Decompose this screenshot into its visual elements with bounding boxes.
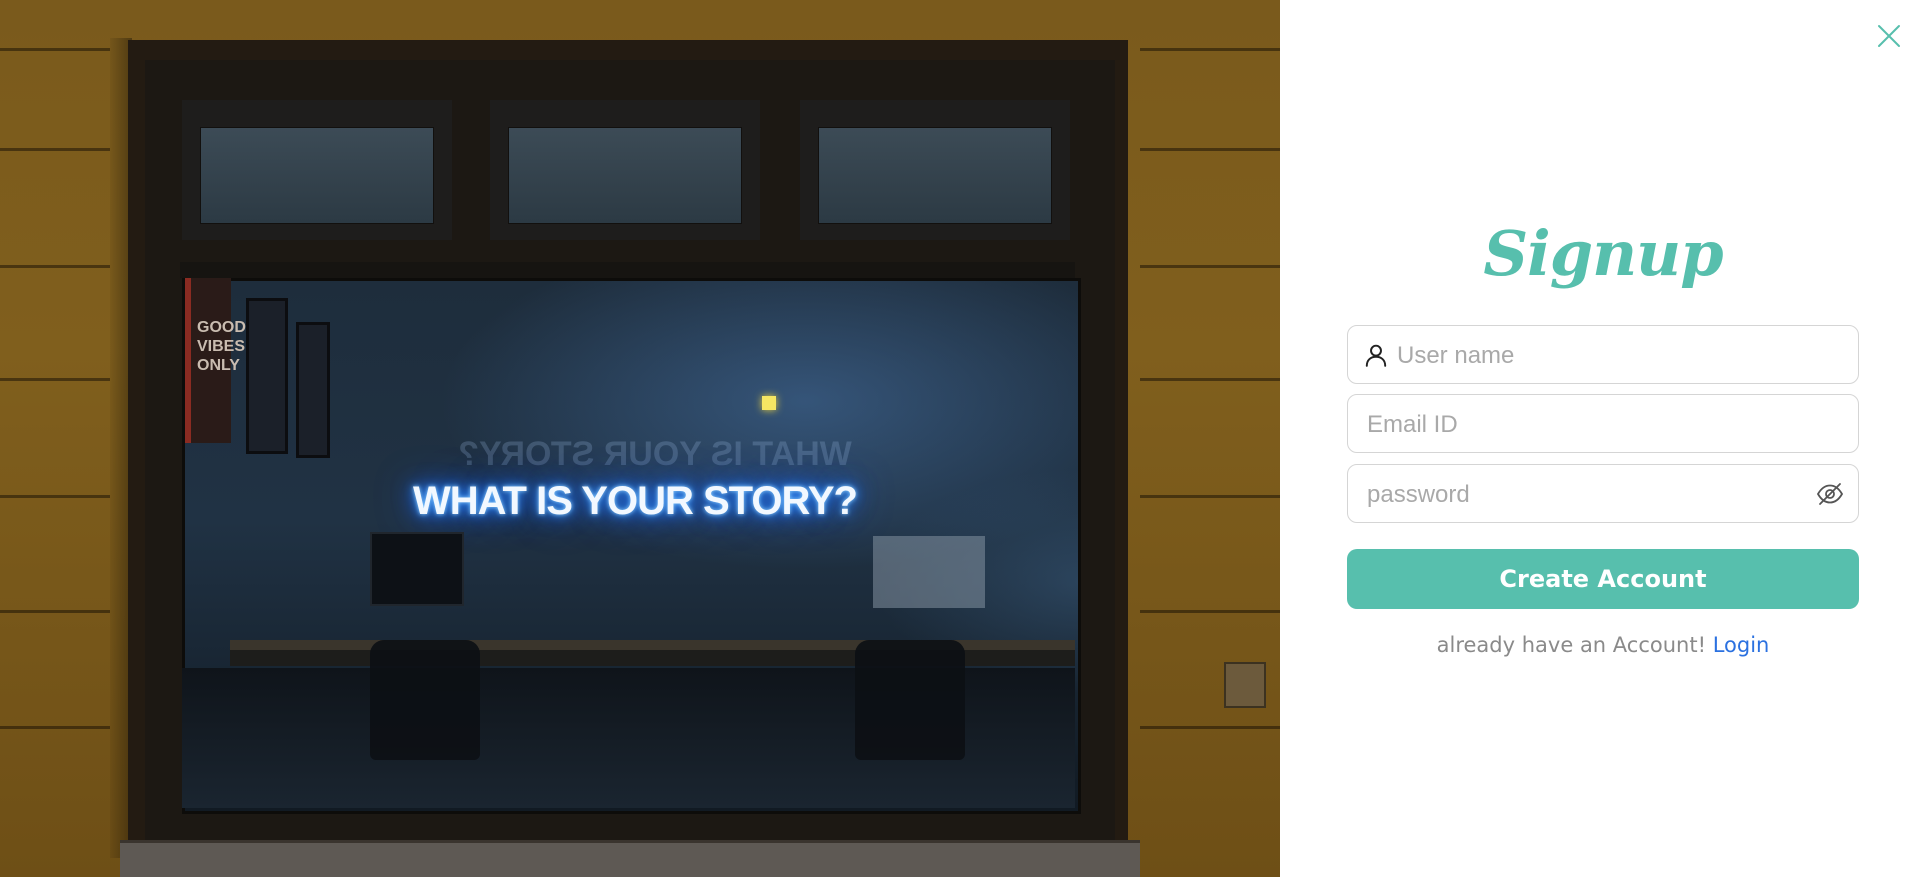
transom-window <box>490 100 760 240</box>
wall-course <box>1140 726 1280 729</box>
poster-text: GOOD VIBES ONLY <box>197 319 246 374</box>
email-field <box>1347 394 1859 454</box>
password-input[interactable] <box>1365 465 1809 524</box>
neon-sign: WHAT IS YOUR STORY? <box>413 479 858 523</box>
wall-course <box>0 378 110 381</box>
wall-course <box>0 610 110 613</box>
wall-picture <box>296 322 330 458</box>
login-prompt: already have an Account! <box>1436 633 1707 657</box>
wall-course <box>1140 610 1280 613</box>
hero-image: GOOD VIBES ONLY WHAT IS YOUR STORY? WHAT… <box>0 0 1280 877</box>
wall-course <box>1140 495 1280 498</box>
eye-off-icon[interactable] <box>1816 481 1844 507</box>
neon-reflection: WHAT IS YOUR STORY? <box>458 435 852 473</box>
wall-course <box>1140 148 1280 151</box>
username-input[interactable] <box>1395 326 1849 385</box>
office-chair <box>855 640 965 760</box>
close-icon <box>1878 25 1900 47</box>
wall-course <box>0 495 110 498</box>
user-icon <box>1365 344 1387 367</box>
sill-edge <box>120 840 1140 843</box>
signup-title: Signup <box>1483 217 1723 290</box>
wall-picture <box>246 298 288 454</box>
email-input[interactable] <box>1365 395 1849 454</box>
transom-window <box>800 100 1070 240</box>
office-chair <box>370 640 480 760</box>
wall-course <box>0 726 110 729</box>
wall-course <box>0 148 110 151</box>
wall-poster: GOOD VIBES ONLY <box>185 278 246 443</box>
monitor <box>370 532 464 606</box>
transom-glass <box>508 127 742 224</box>
wall-course <box>0 265 110 268</box>
login-link[interactable]: Login <box>1713 633 1770 657</box>
transom-glass <box>200 127 434 224</box>
wall-course <box>1140 378 1280 381</box>
wall-course <box>0 48 110 51</box>
login-prompt-row: already have an Account! Login <box>1347 633 1859 657</box>
create-account-button[interactable]: Create Account <box>1347 549 1859 609</box>
close-button[interactable] <box>1874 21 1904 51</box>
window-sill <box>120 840 1140 877</box>
wall-course <box>1140 265 1280 268</box>
monitor <box>873 536 985 608</box>
wall-socket <box>1224 662 1266 708</box>
wall-course <box>1140 48 1280 51</box>
window-mullion <box>180 262 1075 278</box>
transom-glass <box>818 127 1052 224</box>
ceiling-light <box>762 396 776 410</box>
password-field <box>1347 464 1859 524</box>
username-field <box>1347 325 1859 385</box>
transom-window <box>182 100 452 240</box>
